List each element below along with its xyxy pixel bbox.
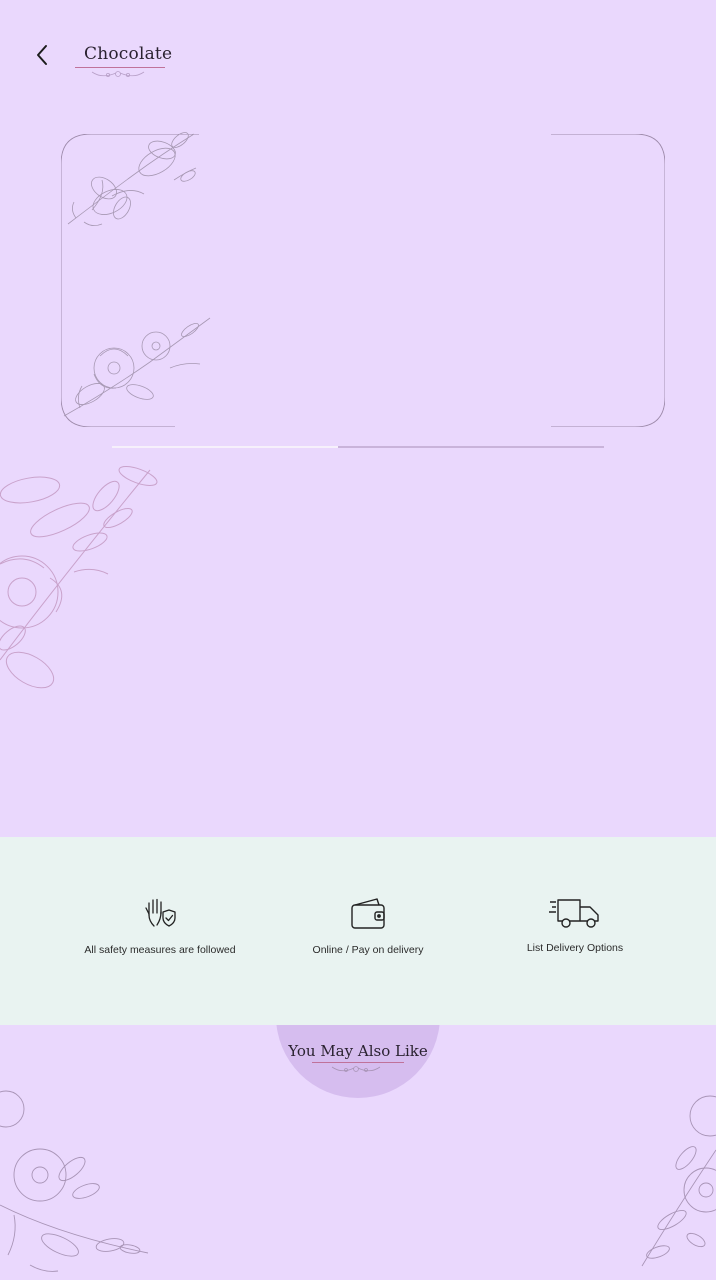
feature-delivery: List Delivery Options xyxy=(465,837,685,1025)
section-title-you-may-also-like: You May Also Like xyxy=(288,1042,428,1060)
delivery-truck-icon xyxy=(549,899,599,928)
back-button[interactable] xyxy=(26,38,60,72)
feature-safety: All safety measures are followed xyxy=(50,837,270,1025)
title-flourish-decoration xyxy=(91,71,145,78)
gallery-slider-indicator xyxy=(112,446,339,448)
floral-background-icon xyxy=(0,1090,149,1272)
floral-decoration-icon xyxy=(63,317,211,417)
feature-payment-label: Online / Pay on delivery xyxy=(312,944,424,956)
floral-background-icon xyxy=(641,1095,716,1267)
features-band: All safety measures are followed Online … xyxy=(0,837,716,1025)
feature-safety-label: All safety measures are followed xyxy=(84,944,236,956)
floral-decoration-icon xyxy=(67,132,197,226)
section-title-flourish-decoration xyxy=(331,1066,381,1072)
hand-shield-icon xyxy=(145,898,176,927)
page-title: Chocolate xyxy=(84,44,173,64)
feature-delivery-label: List Delivery Options xyxy=(526,942,624,954)
floral-background-icon xyxy=(0,466,158,689)
chevron-left-icon xyxy=(37,45,47,65)
wallet-icon xyxy=(351,898,385,929)
feature-payment: Online / Pay on delivery xyxy=(258,837,478,1025)
